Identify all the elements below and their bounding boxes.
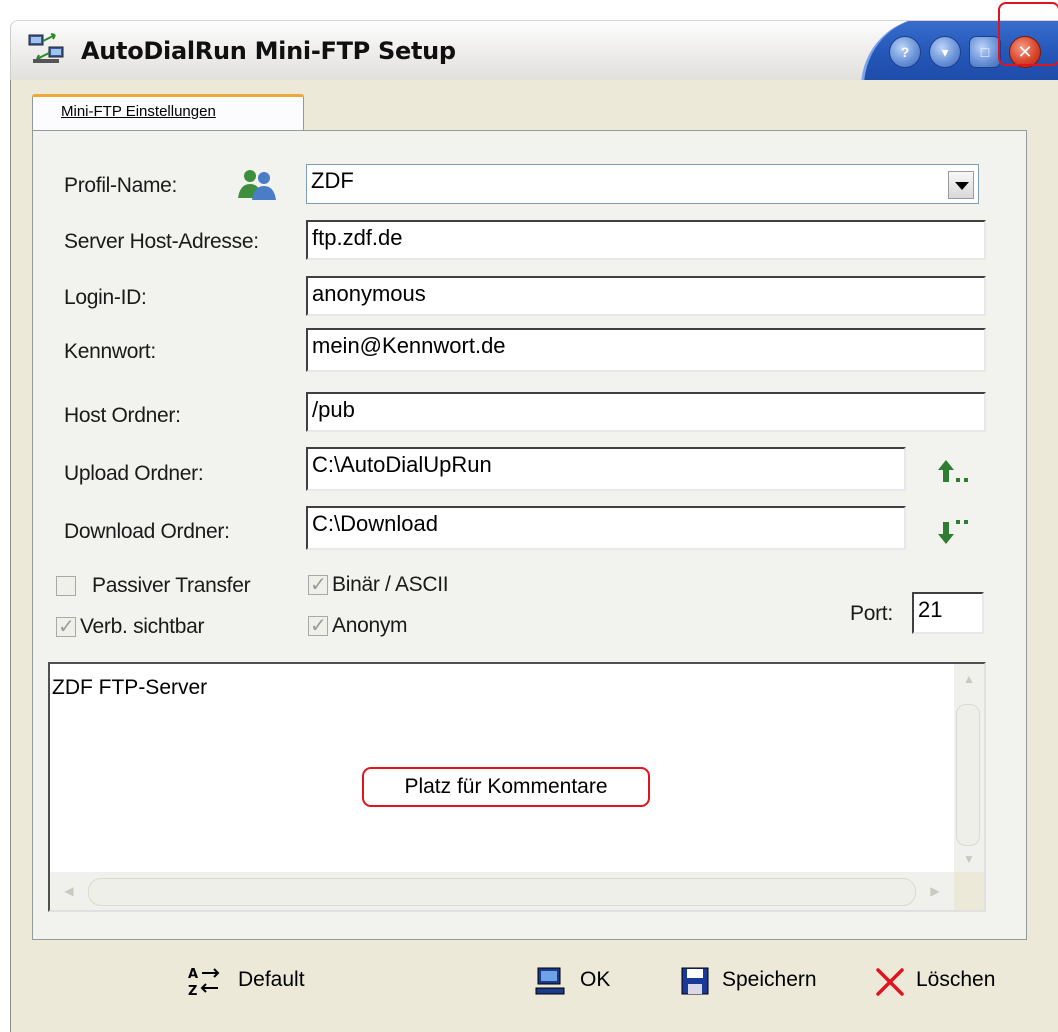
download-folder-input[interactable]: C:\Download [306, 506, 906, 550]
save-button[interactable]: Speichern [680, 960, 840, 1004]
passive-transfer-label: Passiver Transfer [92, 574, 251, 597]
computer-icon [535, 967, 565, 995]
scroll-up-icon[interactable]: ▲ [958, 668, 980, 690]
ok-button[interactable]: OK [534, 960, 624, 1004]
anonymous-checkbox[interactable] [308, 613, 328, 637]
profile-name-label: Profil-Name: [64, 174, 178, 197]
ftp-setup-window: AutoDialRun Mini-FTP Setup ? ▾ □ ✕ Mini-… [0, 2, 1058, 1032]
scroll-down-icon[interactable]: ▼ [958, 848, 980, 870]
tab-mini-ftp-settings[interactable]: Mini-FTP Einstellungen [32, 94, 304, 131]
binary-ascii-label: Binär / ASCII [332, 573, 449, 596]
vertical-scroll-thumb[interactable] [956, 704, 980, 846]
anonymous-label: Anonym [332, 614, 408, 637]
login-label: Login-ID: [64, 286, 147, 309]
window-title: AutoDialRun Mini-FTP Setup [81, 37, 456, 65]
visible-connection-checkbox[interactable] [56, 614, 76, 638]
password-input[interactable]: mein@Kennwort.de [306, 328, 986, 372]
sort-az-icon: A Z [188, 967, 220, 998]
visible-connection-label: Verb. sichtbar [80, 615, 205, 638]
profile-name-select[interactable]: ZDF [306, 164, 979, 204]
profile-name-value: ZDF [311, 168, 354, 193]
passive-transfer-checkbox[interactable] [56, 576, 76, 596]
host-label: Server Host-Adresse: [64, 230, 259, 253]
port-label: Port: [850, 602, 893, 625]
app-network-icon [28, 33, 64, 63]
tab-label: Mini-FTP Einstellungen [61, 103, 216, 120]
floppy-disk-icon [681, 967, 709, 995]
comment-text: ZDF FTP-Server [52, 676, 208, 699]
save-label: Speichern [722, 968, 817, 991]
horizontal-scroll-thumb[interactable] [88, 878, 916, 906]
maximize-button[interactable]: □ [969, 36, 1001, 68]
users-icon [238, 170, 276, 200]
scroll-left-icon[interactable]: ◀ [58, 880, 80, 902]
scroll-right-icon[interactable]: ▶ [924, 880, 946, 902]
ok-label: OK [580, 968, 611, 991]
upload-folder-label: Upload Ordner: [64, 462, 204, 485]
vertical-scrollbar[interactable]: ▲ ▼ [954, 664, 984, 872]
upload-browse-icon[interactable] [936, 456, 978, 486]
default-button[interactable]: A Z Default [186, 960, 326, 1004]
binary-ascii-checkbox[interactable] [308, 572, 328, 596]
tray-button[interactable]: ▾ [929, 36, 961, 68]
close-highlight-marker [998, 2, 1058, 66]
delete-button[interactable]: Löschen [874, 960, 1014, 1004]
port-input[interactable]: 21 [912, 592, 984, 634]
host-folder-label: Host Ordner: [64, 404, 181, 427]
comment-callout: Platz für Kommentare [362, 767, 650, 807]
login-input[interactable]: anonymous [306, 276, 986, 316]
delete-x-icon [876, 968, 904, 996]
download-browse-icon[interactable] [936, 516, 978, 546]
download-folder-label: Download Ordner: [64, 520, 230, 543]
help-button[interactable]: ? [889, 36, 921, 68]
help-icon: ? [900, 44, 910, 60]
maximize-icon: □ [980, 44, 990, 60]
tray-icon: ▾ [941, 44, 949, 60]
svg-text:A: A [188, 967, 198, 982]
host-folder-input[interactable]: /pub [306, 392, 986, 432]
chevron-down-icon[interactable] [948, 171, 974, 199]
password-label: Kennwort: [64, 340, 156, 363]
title-bar[interactable]: AutoDialRun Mini-FTP Setup ? ▾ □ ✕ [10, 20, 1058, 81]
delete-label: Löschen [916, 968, 996, 991]
scroll-corner [954, 872, 984, 910]
horizontal-scrollbar[interactable]: ◀ ▶ [50, 872, 954, 910]
default-label: Default [238, 968, 305, 991]
upload-folder-input[interactable]: C:\AutoDialUpRun [306, 447, 906, 491]
svg-text:Z: Z [188, 984, 197, 998]
host-input[interactable]: ftp.zdf.de [306, 220, 986, 260]
